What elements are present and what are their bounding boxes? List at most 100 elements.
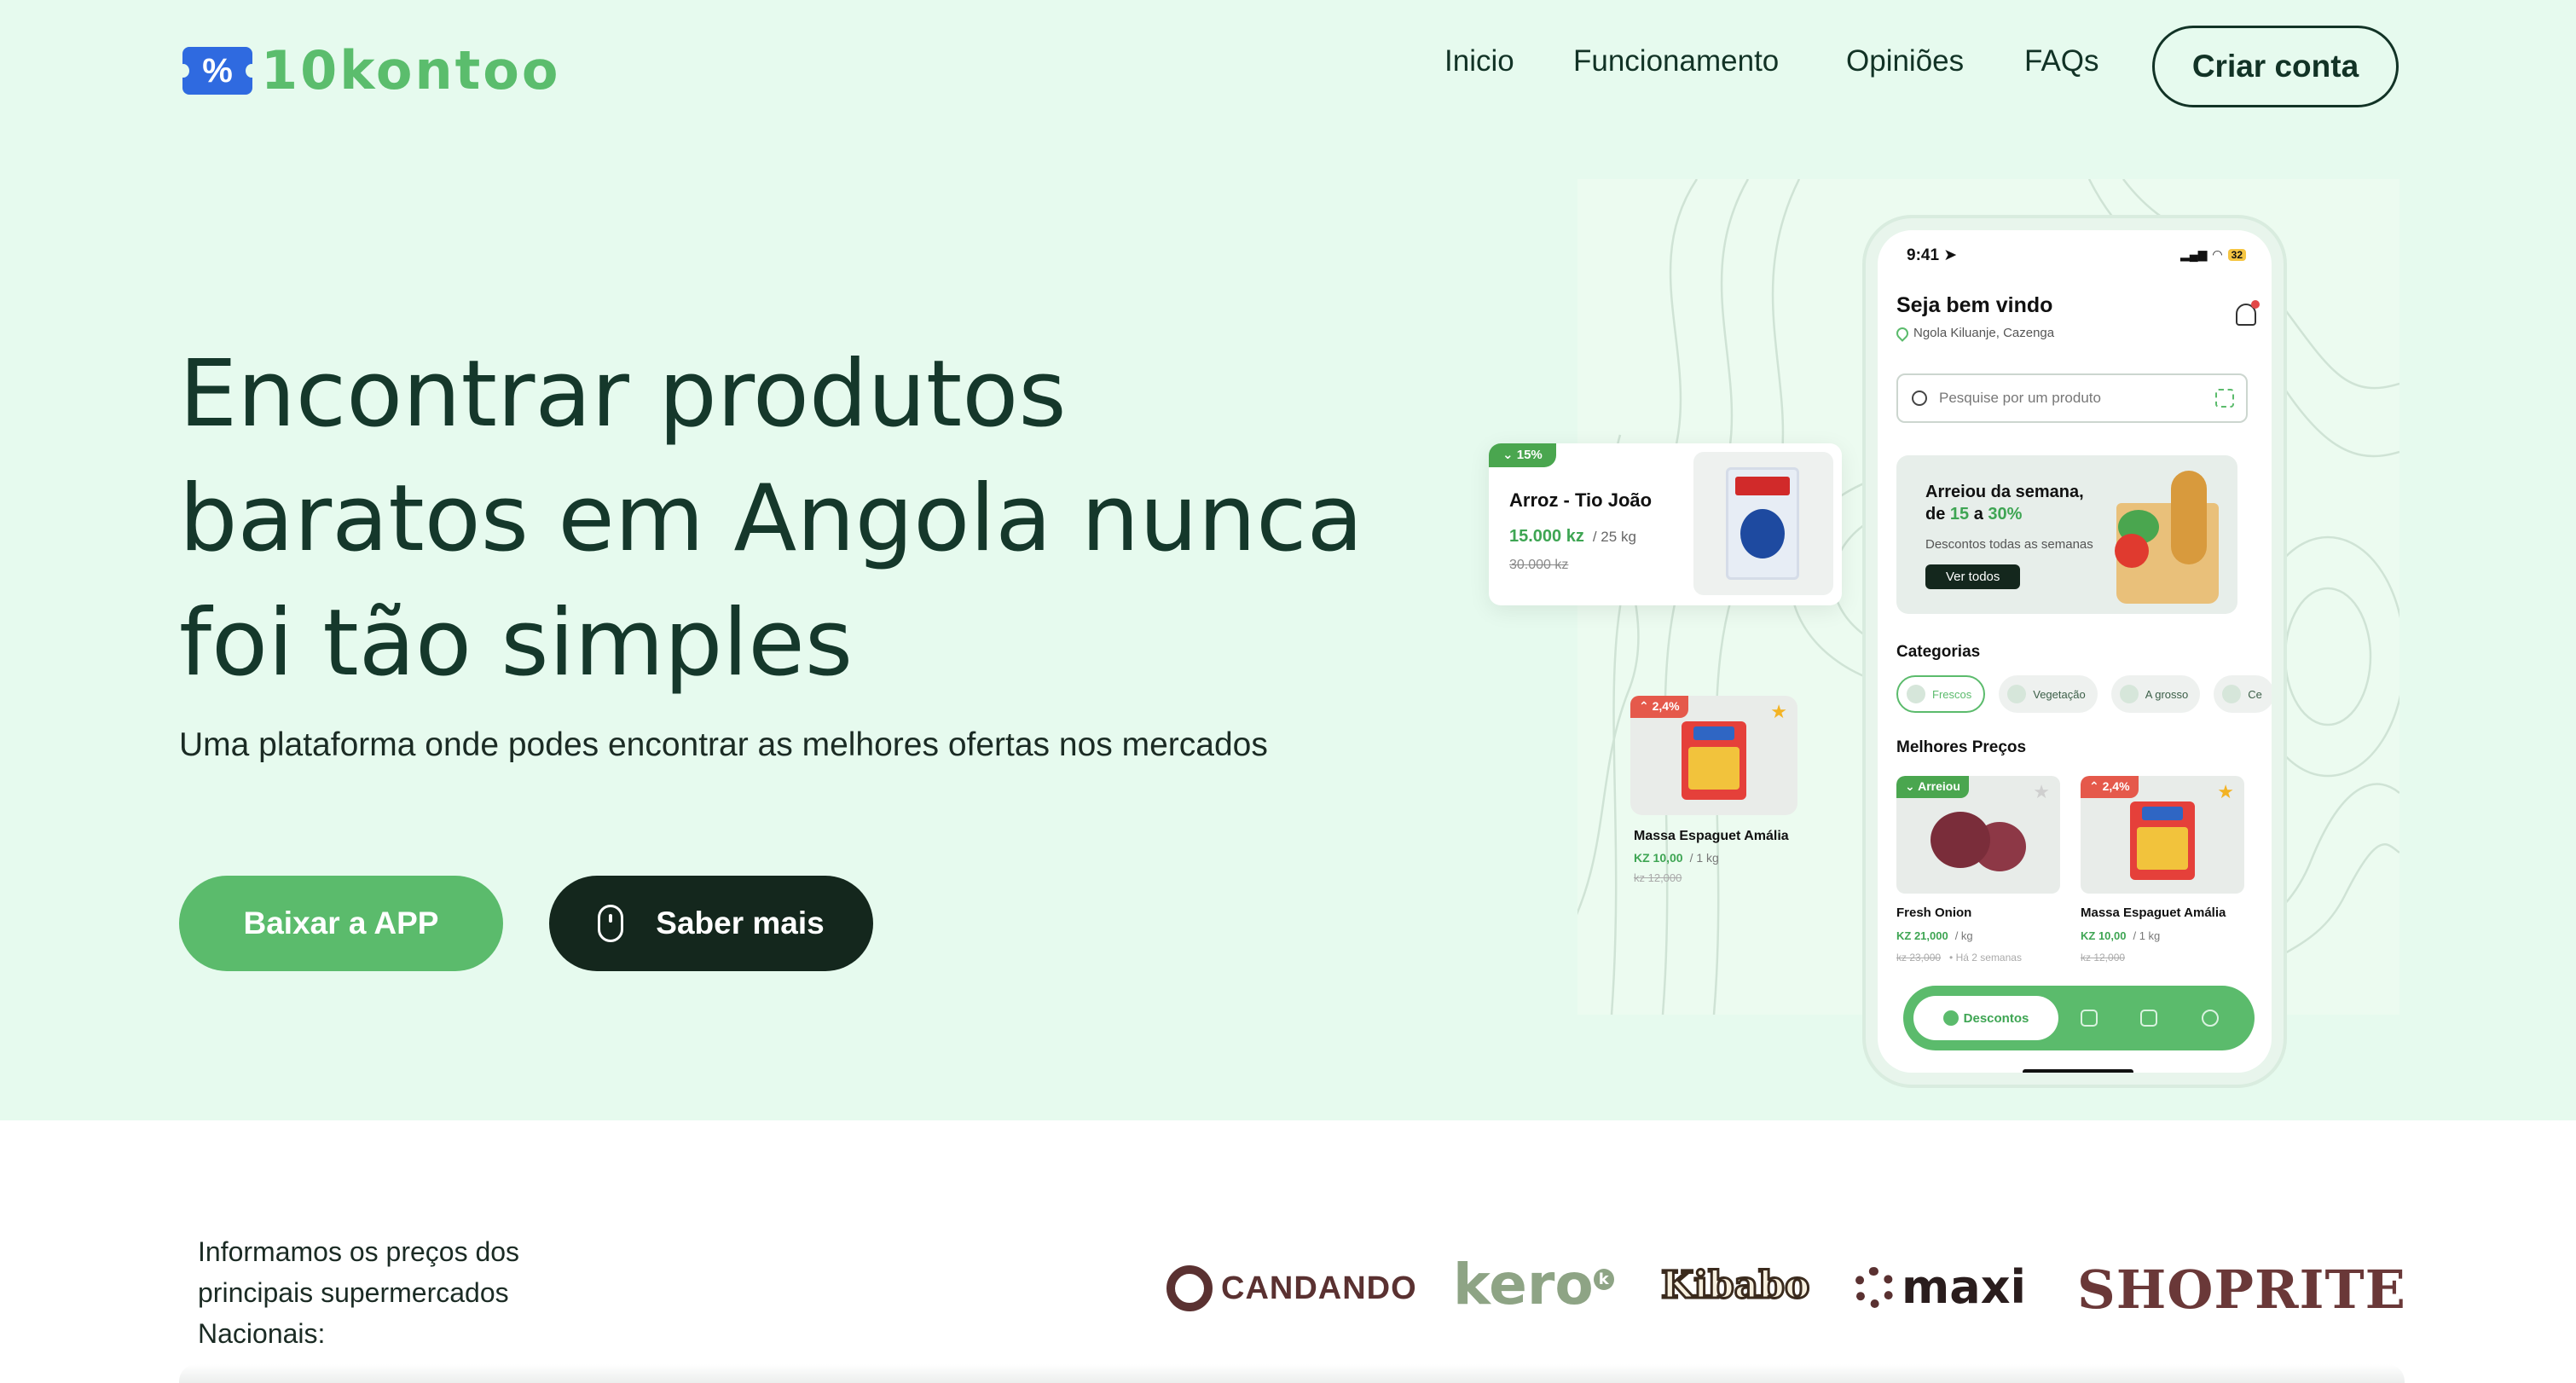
best-prices-title: Melhores Preços (1896, 738, 2027, 756)
product-price: KZ 10,00 / 1 kg (1634, 851, 1719, 865)
search-icon (1912, 391, 1927, 406)
product-price: 15.000 kz / 25 kg (1509, 527, 1636, 547)
price-value: KZ 10,00 (1634, 851, 1683, 865)
category-chip-more[interactable]: Ce (2214, 675, 2272, 713)
hero-subline: Uma plataforma onde podes encontrar as m… (179, 726, 1268, 763)
favorite-star-icon[interactable]: ★ (2217, 781, 2234, 803)
category-icon (2119, 685, 2139, 703)
see-all-button[interactable]: Ver todos (1925, 564, 2021, 589)
nav-tab-label: Descontos (1963, 1010, 2029, 1026)
time-note: • Há 2 semanas (1949, 952, 2022, 963)
kibabo-logo: Kibabo (1659, 1263, 1810, 1309)
learn-more-button[interactable]: Saber mais (549, 876, 873, 971)
nav-link-faqs[interactable]: FAQs (2024, 44, 2099, 78)
product-name: Massa Espaguet Amália (1634, 829, 1789, 843)
product-image-box (1693, 452, 1833, 595)
product-card-onion[interactable]: ⌄ Arreiou ★ (1896, 776, 2060, 894)
welcome-title: Seja bem vindo (1896, 293, 2053, 317)
product-badge: ⌄ Arreiou (1896, 776, 1969, 798)
category-icon (2222, 685, 2242, 703)
maxi-sun-icon (1854, 1266, 1895, 1308)
location-row[interactable]: Ngola Kiluanje, Cazenga (1894, 324, 2055, 342)
banner-a: a (1973, 505, 1983, 524)
banner-de: de (1925, 505, 1946, 524)
category-icon (2007, 685, 2027, 703)
old-price-value: kz 23,000 (1896, 952, 1942, 963)
wallet-icon[interactable] (2140, 1010, 2157, 1027)
chip-label: Ce (2248, 687, 2262, 701)
chip-label: A grosso (2145, 687, 2189, 701)
mouse-icon (598, 905, 624, 942)
product-name: Arroz - Tio João (1509, 489, 1653, 511)
home-indicator (2023, 1069, 2133, 1073)
scan-icon[interactable] (2215, 389, 2234, 408)
price-value: KZ 10,00 (2081, 929, 2127, 942)
category-chips: Frescos Vegetação A grosso Ce (1896, 675, 2272, 713)
kero-logo: kero k (1453, 1252, 1614, 1317)
categories-title: Categorias (1896, 643, 1981, 661)
banner-subtitle: Descontos todas as semanas (1925, 537, 2093, 552)
pasta-product-card[interactable]: ⌃ 2,4% ★ (1630, 696, 1797, 815)
logo-label: maxi (1902, 1260, 2027, 1314)
chip-label: Vegetação (2033, 687, 2086, 701)
bag-icon[interactable] (2081, 1010, 2098, 1027)
favorite-star-icon[interactable]: ★ (1770, 701, 1787, 723)
discount-icon (1942, 1010, 1959, 1026)
product-price: KZ 21,000 / kg (1896, 929, 1973, 942)
nav-link-opinioes[interactable]: Opiniões (1846, 44, 1964, 78)
wifi-icon: ◠ (2212, 247, 2223, 261)
hero-headline: Encontrar produtos baratos em Angola nun… (179, 341, 1363, 697)
banner-title: Arreiou da semana, de 15 a 30% (1925, 481, 2096, 525)
bread-image (2171, 471, 2207, 564)
profile-icon[interactable] (2202, 1010, 2219, 1027)
partners-text: Informamos os preços dos principais supe… (198, 1236, 520, 1349)
brand-logo[interactable]: % 10kontoo (177, 39, 561, 101)
next-section-edge (179, 1364, 2405, 1383)
banner-to: 30% (1988, 505, 2023, 524)
status-time: 9:41 ➤ (1907, 246, 1958, 264)
price-unit: / 25 kg (1592, 529, 1636, 545)
phone-search-input[interactable]: Pesquise por um produto (1896, 373, 2248, 423)
category-chip-a-grosso[interactable]: A grosso (2110, 675, 2201, 713)
create-account-button[interactable]: Criar conta (2152, 26, 2399, 107)
promo-banner[interactable]: Arreiou da semana, de 15 a 30% Descontos… (1896, 455, 2237, 614)
product-name: Fresh Onion (1896, 906, 1972, 920)
favorite-star-icon[interactable]: ★ (2033, 781, 2050, 803)
price-unit: / 1 kg (2133, 929, 2161, 942)
category-chip-frescos[interactable]: Frescos (1896, 675, 1986, 713)
old-price: kz 23,000 • Há 2 semanas (1896, 952, 2022, 963)
featured-product-card[interactable]: ⌄ 15% Arroz - Tio João 15.000 kz/ 25 kg … (1489, 443, 1842, 605)
nav-link-inicio[interactable]: Inicio (1444, 44, 1514, 78)
phone-mockup: 9:41 ➤ ▂▄▆ ◠ 32 Seja bem vindo Ngola Kil… (1866, 218, 2284, 1085)
nav-link-funcionamento[interactable]: Funcionamento (1573, 44, 1779, 78)
onion-image (1931, 812, 1990, 868)
time-text: 9:41 (1907, 246, 1940, 264)
download-app-button[interactable]: Baixar a APP (179, 876, 503, 971)
signal-icon: ▂▄▆ (2179, 247, 2208, 261)
price-value: 15.000 kz (1509, 527, 1584, 546)
location-pin-icon (1894, 324, 1911, 342)
product-price: KZ 10,00 / 1 kg (2081, 929, 2160, 942)
old-price: kz 12,000 (2081, 952, 2126, 963)
location-text: Ngola Kiluanje, Cazenga (1913, 326, 2055, 340)
notification-bell-icon[interactable] (2236, 300, 2260, 326)
logo-label: Kibabo (1659, 1263, 1810, 1309)
discount-badge: ⌄ 15% (1489, 443, 1556, 467)
shoprite-logo: SHOPRITE (2077, 1259, 2406, 1321)
price-unit: / kg (1954, 929, 1973, 942)
nav-tab-descontos[interactable]: Descontos (1913, 996, 2058, 1040)
candando-logo: CANDANDO (1166, 1265, 1417, 1311)
search-placeholder: Pesquise por um produto (1939, 390, 2101, 406)
banner-line1: Arreiou da semana, (1925, 483, 2084, 501)
product-card-pasta[interactable]: ⌃ 2,4% ★ (2081, 776, 2244, 894)
category-icon (1907, 685, 1925, 703)
candando-ring-icon (1166, 1265, 1213, 1311)
category-chip-vegetacao[interactable]: Vegetação (1999, 675, 2098, 713)
rice-package-image (1726, 467, 1799, 580)
price-unit: / 1 kg (1689, 851, 1719, 865)
pasta-package-image (2130, 801, 2195, 880)
logo-label: CANDANDO (1221, 1270, 1417, 1306)
chip-label: Frescos (1932, 687, 1972, 701)
ticket-icon: % (177, 47, 258, 95)
logo-text: 10kontoo (261, 39, 561, 101)
